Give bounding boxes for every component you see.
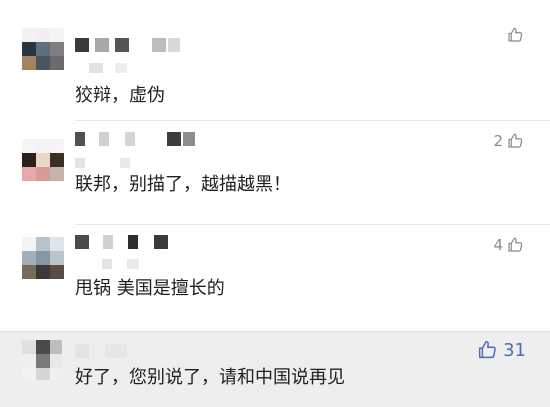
comment-text: 狡辩，虚伪 [75,85,165,106]
like-button[interactable]: 31 [476,339,526,361]
avatar[interactable] [22,139,64,181]
comment-item: 狡辩，虚伪 [0,0,550,121]
like-count: 31 [503,339,526,361]
comment-item: 甩锅 美国是擅长的 4 [0,225,550,331]
thumbs-up-icon [508,133,523,148]
avatar[interactable] [22,237,64,279]
like-count: 2 [493,132,503,150]
comment-text: 甩锅 美国是擅长的 [75,278,225,299]
comment-text: 联邦，别描了，越描越黑！ [75,174,291,195]
thumbs-up-icon [508,27,523,42]
comment-item: 联邦，别描了，越描越黑！ 2 [0,121,550,225]
like-button[interactable]: 2 [493,132,524,150]
like-count: 4 [493,236,503,254]
like-button[interactable] [503,26,524,44]
avatar[interactable] [22,28,64,70]
comment-item-highlighted: 好了，您别说了，请和中国说再见 31 [0,331,550,407]
like-button[interactable]: 4 [493,236,524,254]
thumbs-up-icon [508,237,523,252]
comment-text: 好了，您别说了，请和中国说再见 [75,367,345,388]
thumbs-up-icon [479,341,496,359]
comment-feed: 狡辩，虚伪 联邦，别描了，越描越黑！ 2 甩锅 美国是擅长的 4 好了，您别说了… [0,0,550,407]
avatar[interactable] [22,340,62,380]
